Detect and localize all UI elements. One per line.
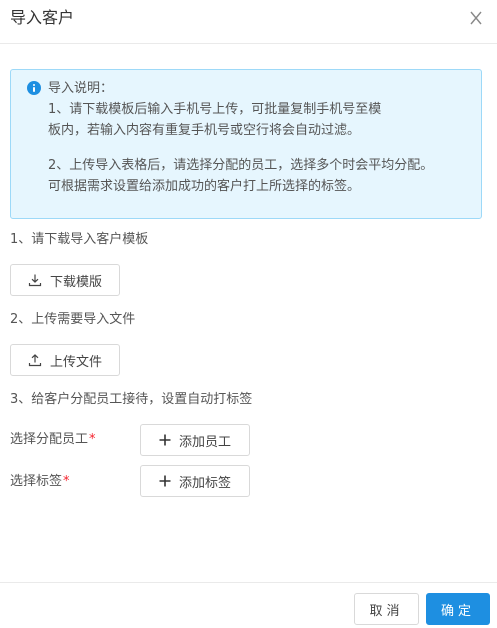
confirm-button[interactable]: 确定 [426,593,490,625]
notice-line-2: 板内，若输入内容有重复手机号或空行将会自动过滤。 [48,123,361,138]
info-icon [27,81,41,95]
step-2-label: 2、上传需要导入文件 [10,312,136,327]
required-mark: * [63,474,70,489]
download-template-label: 下载模版 [49,274,102,290]
dialog-header: 导入客户 [0,0,497,44]
tag-field-label: 选择标签* [10,472,70,492]
add-staff-button[interactable]: 添加员工 [140,424,250,456]
dialog-title: 导入客户 [10,8,75,27]
upload-icon [28,354,42,367]
staff-field-label: 选择分配员工* [10,430,96,450]
notice-line-1: 1、请下载模板后输入手机号上传，可批量复制手机号至模 [48,102,382,117]
download-template-button[interactable]: 下载模版 [10,264,120,296]
cancel-button[interactable]: 取消 [354,593,419,625]
staff-field-text: 选择分配员工 [10,432,89,447]
import-customers-dialog: 导入客户 导入说明： 1、请下载模板后输入手机号上传，可批量复制手机号至模 板内… [0,0,497,628]
upload-file-label: 上传文件 [49,354,102,370]
plus-icon [159,434,171,446]
download-icon [28,274,42,287]
tag-field-text: 选择标签 [10,474,63,489]
import-instructions: 导入说明： 1、请下载模板后输入手机号上传，可批量复制手机号至模 板内，若输入内… [10,69,482,219]
plus-icon [159,475,171,487]
notice-line-4: 可根据需求设置给添加成功的客户打上所选择的标签。 [48,179,361,194]
notice-line-3: 2、上传导入表格后，请选择分配的员工，选择多个时会平均分配。 [48,158,434,173]
notice-heading: 导入说明： [48,81,114,96]
add-staff-label: 添加员工 [178,434,231,450]
dialog-footer [0,582,497,628]
required-mark: * [89,432,96,447]
add-tag-label: 添加标签 [178,475,231,491]
add-tag-button[interactable]: 添加标签 [140,465,250,497]
close-button[interactable] [466,8,486,28]
step-1-label: 1、请下载导入客户模板 [10,232,149,247]
step-3-label: 3、给客户分配员工接待，设置自动打标签 [10,392,253,407]
close-icon [470,11,482,25]
upload-file-button[interactable]: 上传文件 [10,344,120,376]
